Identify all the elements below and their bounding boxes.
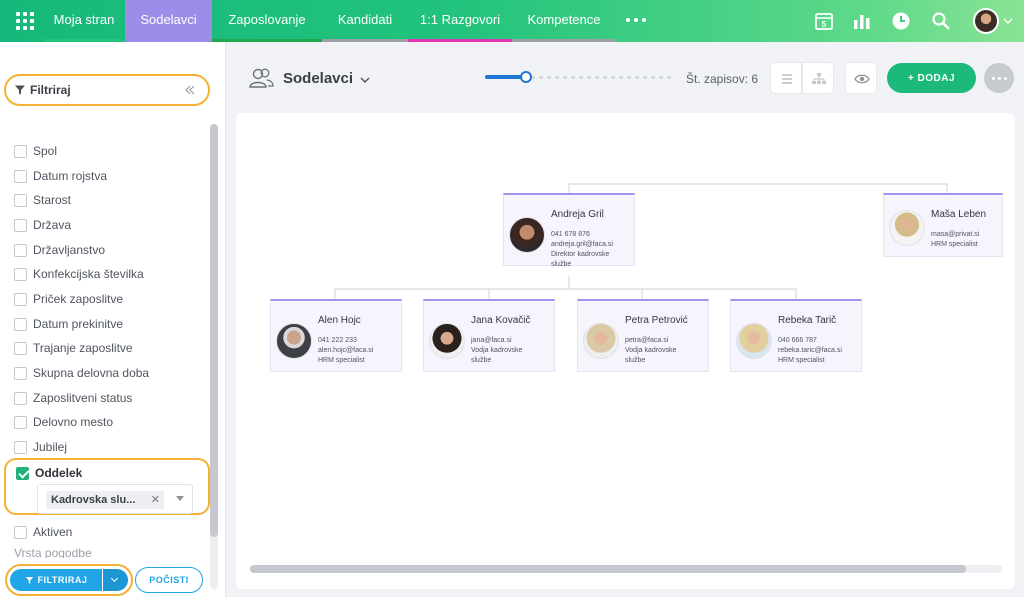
filter-field[interactable]: Priček zaposlitve [14,289,123,309]
filter-title: Filtriraj [30,83,71,97]
photo-jana-kovacic [429,323,465,359]
apply-filter-button[interactable]: FILTRIRAJ [10,569,102,591]
checkbox[interactable] [14,193,27,207]
org-card-jana-kovacic[interactable]: Jana Kovačič jana@faca.si Vodja kadrovsk… [423,299,555,372]
checkbox[interactable] [14,525,27,539]
filter-field-faded: Vrsta pogodbe [14,546,92,558]
add-button[interactable]: + DODAJ [887,63,976,93]
top-nav-bar: Moja stran Sodelavci Zaposlovanje Kandid… [0,0,1024,42]
oddelek-select[interactable]: Kadrovska slu... ✕ [37,484,193,514]
reset-filter-button[interactable]: POČISTI [135,567,203,593]
filter-field[interactable]: Konfekcijska številka [14,264,144,284]
record-count: Št. zapisov: 6 [686,72,759,86]
filter-field[interactable]: Starost [14,190,71,210]
app-grid-icon[interactable] [16,12,34,30]
photo-rebeka-taric [736,323,772,359]
photo-masa-leben [889,210,925,246]
canvas-scroll-thumb[interactable] [250,565,966,573]
search-icon[interactable] [931,11,951,31]
checkbox[interactable] [14,391,27,405]
photo-alen-hojc [276,323,312,359]
collapse-panel-icon[interactable] [184,84,196,96]
filter-field[interactable]: Trajanje zaposlitve [14,338,133,358]
slider-fill [485,75,525,79]
canvas-scrollbar[interactable] [250,565,1002,573]
checkbox[interactable] [14,317,27,331]
zoom-slider[interactable] [485,71,675,84]
oddelek-filter: Oddelek Kadrovska slu... ✕ [4,458,210,515]
filter-button-group: FILTRIRAJ [5,564,133,596]
org-chart-canvas[interactable]: Andreja Gril 041 678 876 andreja.gril@fa… [236,113,1015,589]
filter-field[interactable]: Spol [14,141,57,161]
checkbox[interactable] [14,144,27,158]
filter-field[interactable]: Jubilej [14,437,67,457]
org-card-masa-leben[interactable]: Maša Leben masa@privat.si HRM specialist [883,193,1003,257]
org-card-petra-petrovic[interactable]: Petra Petrović petra@faca.si Vodja kadro… [577,299,709,372]
filter-field[interactable]: Datum prekinitve [14,314,123,334]
tab-kompetence[interactable]: Kompetence [512,0,616,42]
tab-kandidati[interactable]: Kandidati [322,0,408,42]
org-card-andreja-gril[interactable]: Andreja Gril 041 678 876 andreja.gril@fa… [503,193,635,268]
checkbox[interactable] [14,341,27,355]
tab-moja-stran[interactable]: Moja stran [43,0,125,42]
checkbox[interactable] [14,243,27,257]
more-tabs-icon[interactable] [626,18,646,22]
slider-ticks [531,76,671,79]
filter-icon [15,85,25,95]
filter-field[interactable]: Datum rojstva [14,166,107,186]
checkbox[interactable] [14,292,27,306]
chevron-down-icon[interactable] [1003,16,1013,26]
tab-razgovori[interactable]: 1:1 Razgovori [408,0,512,42]
filter-sidebar: Filtriraj Spol Datum rojstva Starost Drž… [0,42,226,597]
tab-zaposlovanje[interactable]: Zaposlovanje [212,0,322,42]
filter-field[interactable]: Aktiven [14,522,72,542]
checkbox[interactable] [14,366,27,380]
checkbox[interactable] [14,440,27,454]
org-card-rebeka-taric[interactable]: Rebeka Tarič 040 666 787 rebeka.taric@fa… [730,299,862,372]
checkbox[interactable] [14,415,27,429]
people-icon [249,68,274,88]
eye-icon [854,74,870,84]
filter-field[interactable]: Delovno mesto [14,412,113,432]
photo-petra-petrovic [583,323,619,359]
dropdown-caret-icon[interactable] [176,496,184,501]
filter-field[interactable]: Državljanstvo [14,240,105,260]
list-icon [782,74,792,84]
checkbox[interactable] [14,169,27,183]
calendar-icon[interactable]: 5 [814,11,834,31]
sidebar-scrollbar[interactable] [210,124,218,589]
chevron-down-icon[interactable] [359,74,371,86]
svg-text:5: 5 [822,20,827,29]
selected-chip: Kadrovska slu... ✕ [46,491,164,509]
filter-options-dropdown[interactable] [103,569,128,591]
stats-icon[interactable] [852,11,872,31]
oddelek-field[interactable]: Oddelek [16,466,82,480]
checkbox[interactable] [14,267,27,281]
tab-sodelavci[interactable]: Sodelavci [125,0,212,42]
photo-andreja-gril [509,217,545,253]
org-card-alen-hojc[interactable]: Alen Hojc 041 222 233 alen.hojc@faca.si … [270,299,402,372]
org-chart-icon [812,73,826,84]
filter-icon [25,576,33,584]
checkbox[interactable] [14,218,27,232]
checkbox-checked[interactable] [16,466,29,480]
list-view-button[interactable] [770,62,802,94]
filter-field[interactable]: Država [14,215,71,235]
page-title[interactable]: Sodelavci [283,70,353,87]
org-chart-view-button[interactable] [802,62,834,94]
filter-field[interactable]: Skupna delovna doba [14,363,149,383]
remove-chip-icon[interactable]: ✕ [151,491,160,509]
more-options-button[interactable] [984,63,1014,93]
clock-icon[interactable] [891,11,911,31]
filter-field[interactable]: Zaposlitveni status [14,388,132,408]
filter-header[interactable]: Filtriraj [4,74,210,106]
slider-knob[interactable] [520,71,532,83]
user-avatar[interactable] [973,8,999,34]
visibility-button[interactable] [845,62,877,94]
sidebar-scroll-thumb[interactable] [210,124,218,537]
